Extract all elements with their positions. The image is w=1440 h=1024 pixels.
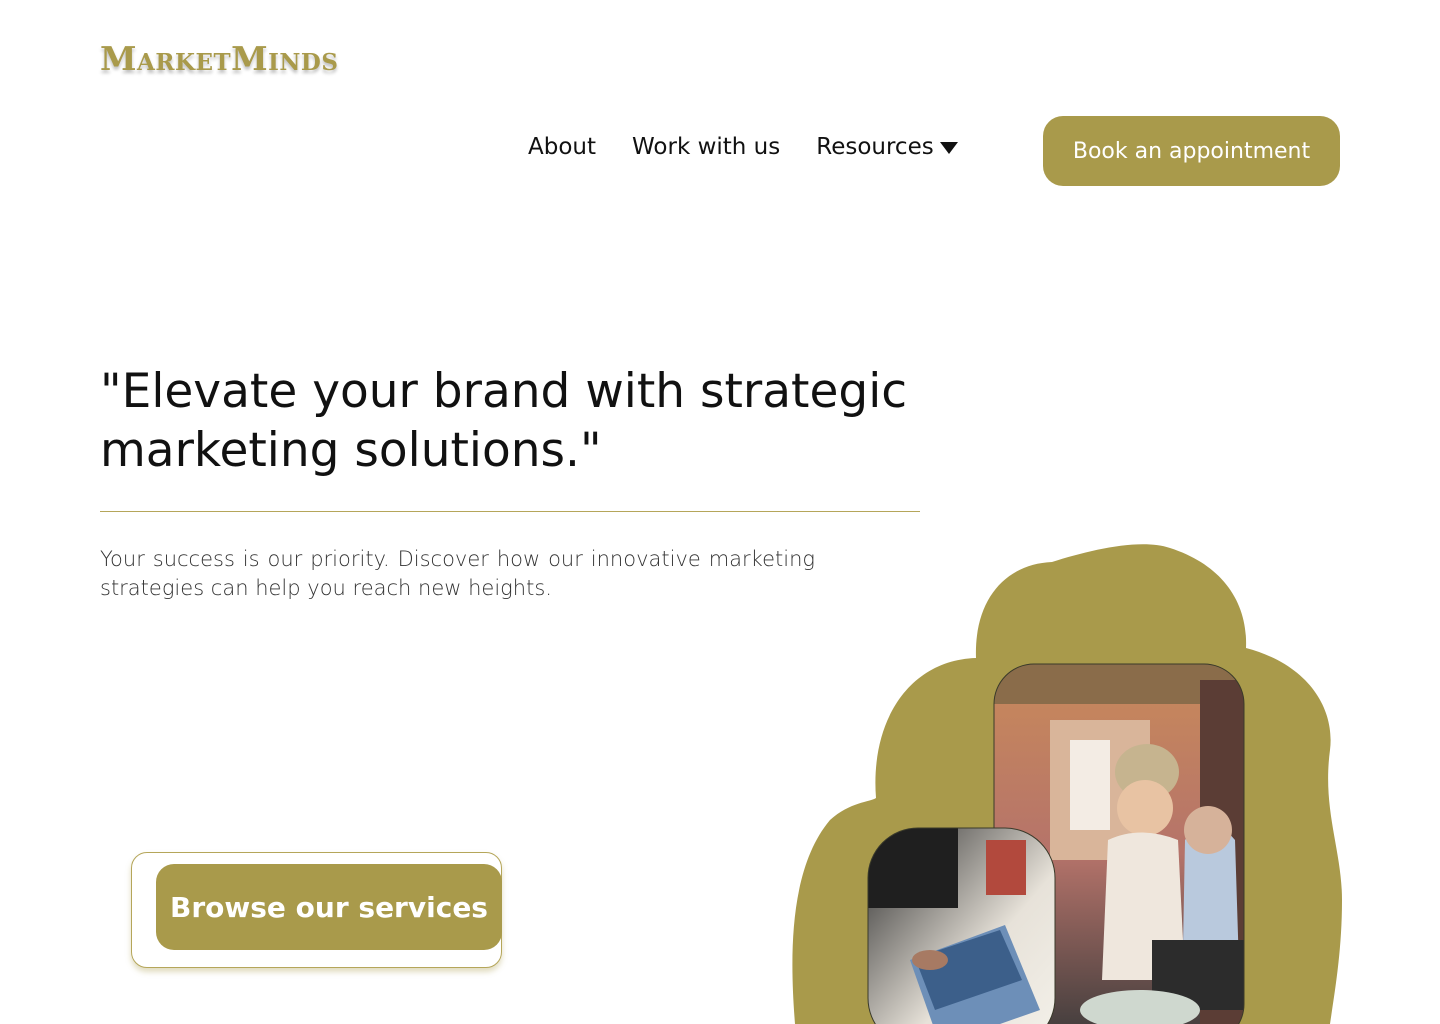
brand-logo[interactable]: MarketMinds bbox=[100, 42, 339, 75]
main-nav: About Work with us Resources bbox=[528, 134, 958, 160]
browse-services-button[interactable]: Browse our services bbox=[156, 864, 502, 950]
nav-resources-label: Resources bbox=[816, 134, 934, 160]
hero-illustration bbox=[792, 544, 1342, 1024]
photo-laptop-work bbox=[868, 828, 1055, 1024]
nav-work-with-us-link[interactable]: Work with us bbox=[632, 134, 780, 160]
hero-headline: "Elevate your brand with strategic marke… bbox=[100, 364, 908, 478]
nav-resources-dropdown[interactable]: Resources bbox=[816, 134, 958, 160]
hero-subtext: Your success is our priority. Discover h… bbox=[100, 547, 815, 600]
caret-down-icon bbox=[939, 142, 958, 154]
nav-about-link[interactable]: About bbox=[528, 134, 596, 160]
book-appointment-button[interactable]: Book an appointment bbox=[1043, 116, 1340, 186]
hero-divider bbox=[100, 511, 920, 512]
